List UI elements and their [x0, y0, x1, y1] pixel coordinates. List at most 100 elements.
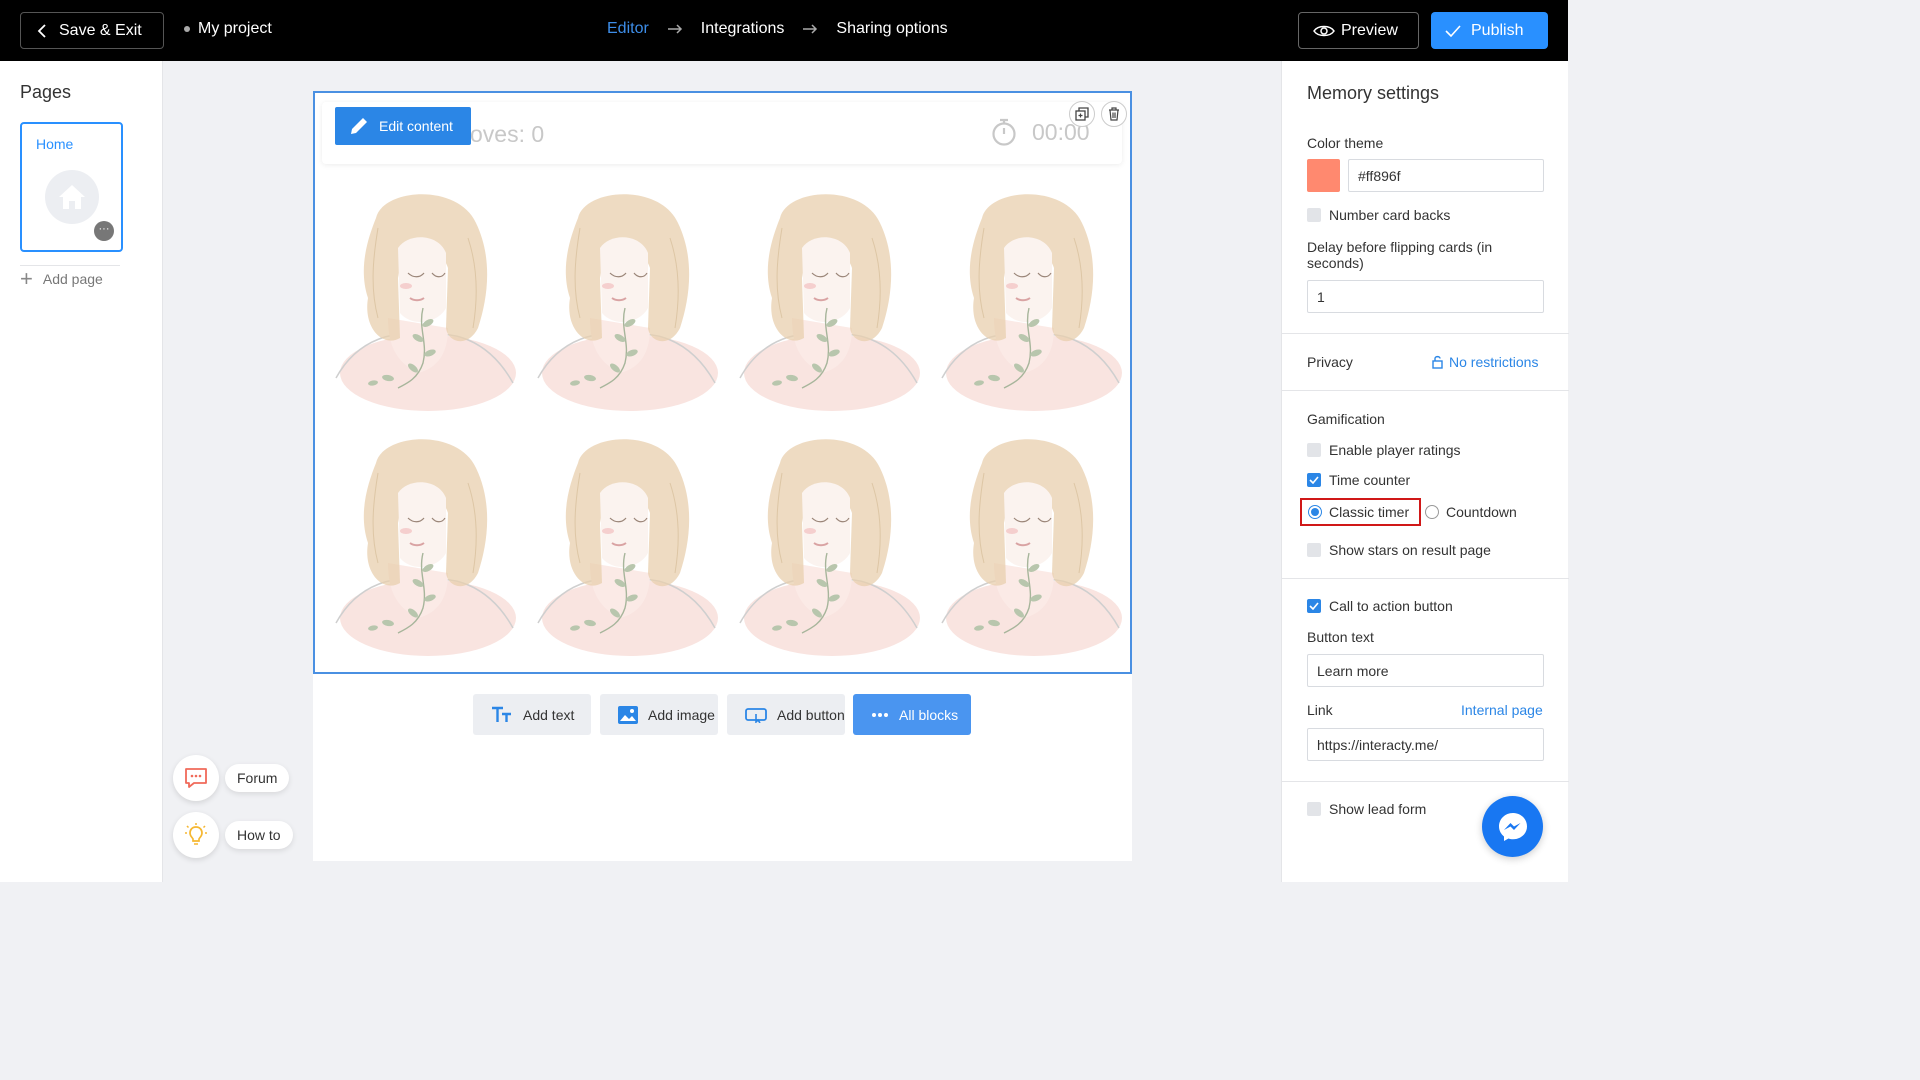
chevron-left-icon: [37, 23, 46, 38]
page-thumbnail-home[interactable]: Home ···: [20, 122, 123, 252]
classic-timer-radio[interactable]: Classic timer: [1308, 504, 1409, 520]
lead-form-label: Show lead form: [1329, 801, 1427, 817]
color-swatch[interactable]: [1307, 159, 1340, 192]
divider: [20, 265, 120, 266]
memory-card[interactable]: [934, 178, 1124, 413]
forum-label: Forum: [225, 764, 290, 792]
settings-panel: Memory settings Color theme #ff896f Numb…: [1281, 61, 1569, 882]
add-text-button[interactable]: Add text: [473, 694, 591, 735]
countdown-label: Countdown: [1446, 504, 1517, 520]
pages-sidebar: Pages Home ··· + Add page: [0, 61, 163, 882]
memory-card[interactable]: [732, 423, 922, 658]
preview-button[interactable]: Preview: [1298, 12, 1419, 49]
trash-icon: [1109, 107, 1119, 121]
forum-link[interactable]: Forum: [173, 755, 290, 801]
button-text-input[interactable]: Learn more: [1307, 654, 1544, 687]
edit-content-label: Edit content: [379, 118, 453, 134]
how-to-label: How to: [225, 821, 293, 849]
delay-label: Delay before flipping cards (in seconds): [1307, 239, 1493, 271]
stopwatch-icon: [992, 118, 1016, 146]
text-icon: [492, 706, 511, 722]
step-integrations[interactable]: Integrations: [701, 20, 785, 38]
home-icon: [45, 170, 99, 224]
button-icon: [745, 707, 767, 723]
all-blocks-button[interactable]: All blocks: [853, 694, 971, 735]
show-lead-form-checkbox[interactable]: Show lead form: [1307, 801, 1426, 817]
memory-card[interactable]: [934, 423, 1124, 658]
button-text-label: Button text: [1307, 629, 1374, 645]
show-stars-label: Show stars on result page: [1329, 542, 1491, 558]
checkbox-icon: [1307, 543, 1321, 557]
divider: [1282, 578, 1569, 579]
divider: [1282, 390, 1569, 391]
checkbox-icon: [1307, 443, 1321, 457]
memory-card[interactable]: [530, 178, 720, 413]
pencil-icon: [351, 118, 367, 134]
publish-button[interactable]: Publish: [1431, 12, 1548, 49]
internal-page-link[interactable]: Internal page: [1461, 702, 1543, 718]
preview-label: Preview: [1341, 21, 1398, 39]
checkbox-checked-icon: [1307, 473, 1321, 487]
save-exit-button[interactable]: Save & Exit: [20, 12, 164, 49]
messenger-chat-button[interactable]: [1482, 796, 1543, 857]
duplicate-block-button[interactable]: [1069, 101, 1095, 127]
add-image-label: Add image: [648, 706, 715, 723]
image-icon: [618, 705, 638, 724]
pages-title: Pages: [20, 82, 72, 102]
add-page-label: Add page: [42, 271, 103, 287]
messenger-icon: [1498, 812, 1527, 841]
radio-icon: [1425, 505, 1439, 519]
all-blocks-label: All blocks: [899, 706, 959, 723]
memory-card[interactable]: [732, 178, 922, 413]
copy-icon: [1075, 107, 1089, 121]
number-card-backs-label: Number card backs: [1329, 207, 1451, 223]
project-name-label: My project: [198, 20, 272, 37]
page-label: Home: [36, 136, 74, 152]
countdown-radio[interactable]: Countdown: [1425, 504, 1517, 520]
top-bar: Save & Exit My project Editor Integratio…: [0, 0, 1568, 61]
classic-timer-label: Classic timer: [1329, 504, 1410, 520]
arrow-right-icon: [667, 24, 683, 34]
link-input[interactable]: https://interacty.me/: [1307, 728, 1544, 761]
how-to-link[interactable]: How to: [173, 812, 293, 858]
color-theme-label: Color theme: [1307, 135, 1384, 151]
enable-ratings-label: Enable player ratings: [1329, 442, 1461, 458]
add-page-button[interactable]: + Add page: [20, 266, 103, 291]
step-navigation: Editor Integrations Sharing options: [607, 20, 948, 38]
add-button-label: Add button: [777, 706, 845, 723]
enable-player-ratings-checkbox[interactable]: Enable player ratings: [1307, 442, 1461, 458]
divider: [1282, 781, 1569, 782]
privacy-link[interactable]: No restrictions: [1432, 354, 1538, 370]
project-name[interactable]: My project: [184, 20, 272, 38]
add-button-button[interactable]: Add button: [727, 694, 845, 735]
gamification-label: Gamification: [1307, 411, 1385, 427]
memory-card[interactable]: [328, 178, 518, 413]
lightbulb-icon: [173, 812, 219, 858]
call-to-action-checkbox[interactable]: Call to action button: [1307, 598, 1453, 614]
show-stars-checkbox[interactable]: Show stars on result page: [1307, 542, 1491, 558]
checkbox-icon: [1307, 208, 1321, 222]
add-image-button[interactable]: Add image: [600, 694, 718, 735]
checkmark-icon: [1445, 24, 1461, 37]
chat-icon: [173, 755, 219, 801]
number-card-backs-checkbox[interactable]: Number card backs: [1307, 207, 1450, 223]
radio-selected-icon: [1308, 505, 1322, 519]
checkbox-checked-icon: [1307, 599, 1321, 613]
delay-input[interactable]: 1: [1307, 280, 1544, 313]
timer-type-radio-group: Classic timer Countdown: [1300, 498, 1517, 526]
memory-card[interactable]: [328, 423, 518, 658]
time-counter-checkbox[interactable]: Time counter: [1307, 472, 1410, 488]
link-label: Link: [1307, 702, 1333, 718]
color-theme-input[interactable]: #ff896f: [1348, 159, 1544, 192]
arrow-right-icon: [802, 24, 818, 34]
plus-icon: +: [20, 266, 33, 291]
step-sharing-options[interactable]: Sharing options: [836, 20, 947, 38]
more-options-icon[interactable]: ···: [94, 221, 114, 241]
memory-card[interactable]: [530, 423, 720, 658]
step-editor[interactable]: Editor: [607, 20, 649, 38]
edit-content-button[interactable]: Edit content: [335, 107, 471, 145]
privacy-label: Privacy: [1307, 354, 1353, 370]
privacy-value: No restrictions: [1449, 354, 1539, 370]
delete-block-button[interactable]: [1101, 101, 1127, 127]
highlighted-option: Classic timer: [1300, 498, 1421, 526]
